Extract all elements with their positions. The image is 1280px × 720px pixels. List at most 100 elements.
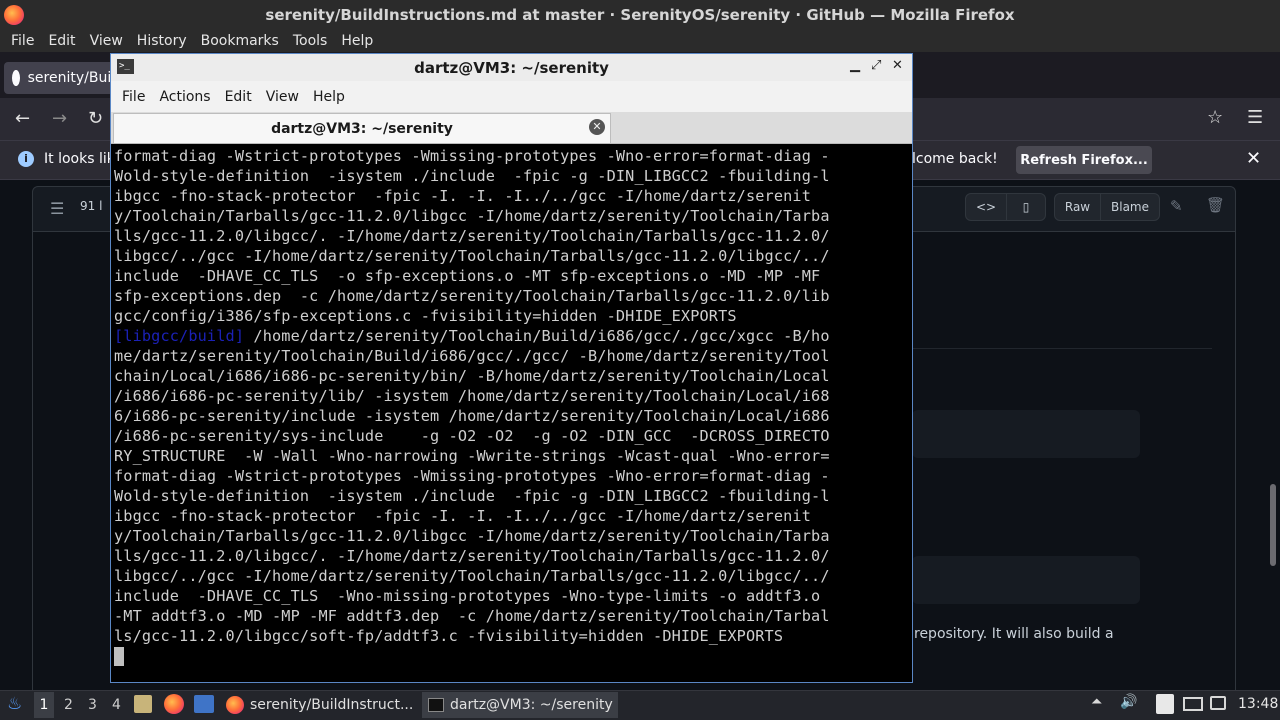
- minimize-icon[interactable]: ▁: [850, 58, 860, 73]
- terminal-line: lls/gcc-11.2.0/libgcc/. -I/home/dartz/se…: [114, 547, 830, 565]
- terminal-menu-file[interactable]: File: [115, 89, 152, 105]
- bookmark-star-icon[interactable]: ☆: [1207, 107, 1223, 128]
- close-icon[interactable]: ✕: [1246, 148, 1261, 169]
- info-icon: i: [18, 151, 34, 167]
- terminal-menu-edit[interactable]: Edit: [218, 89, 259, 105]
- raw-button[interactable]: Raw: [1054, 193, 1101, 221]
- outline-list-icon[interactable]: ☰: [50, 199, 64, 218]
- menu-history[interactable]: History: [130, 33, 194, 49]
- pencil-icon[interactable]: ✎: [1170, 197, 1183, 215]
- firefox-launcher-icon[interactable]: [164, 694, 184, 714]
- page-scrollbar[interactable]: [1270, 484, 1276, 566]
- terminal-line: /i686/i686-pc-serenity/lib/ -isystem /ho…: [114, 387, 830, 405]
- github-icon: [12, 70, 20, 86]
- menu-bookmarks[interactable]: Bookmarks: [194, 33, 286, 49]
- maximize-icon[interactable]: ⤢: [871, 58, 881, 73]
- blame-button[interactable]: Blame: [1100, 193, 1160, 221]
- workspace-1[interactable]: 1: [34, 692, 54, 718]
- terminal-line: include -DHAVE_CC_TLS -o sfp-exceptions.…: [114, 267, 821, 285]
- terminal-line: gcc/config/i386/sfp-exceptions.c -fvisib…: [114, 307, 737, 325]
- readme-paragraph: repository. It will also build a: [914, 626, 1114, 642]
- terminal-line: [libgcc/build] /home/dartz/serenity/Tool…: [114, 326, 890, 346]
- taskbar-terminal-task[interactable]: dartz@VM3: ~/serenity: [422, 692, 618, 718]
- code-block: [912, 556, 1140, 604]
- terminal-line: ibgcc -fno-stack-protector -fpic -I. -I.…: [114, 507, 812, 525]
- file-manager-icon[interactable]: [134, 695, 152, 713]
- terminal-line: /i686-pc-serenity/sys-include -g -O2 -O2…: [114, 427, 830, 445]
- terminal-line: -MT addtf3.o -MD -MP -MF addtf3.dep -c /…: [114, 607, 830, 625]
- firefox-task-label: serenity/BuildInstruct...: [250, 697, 414, 713]
- close-icon[interactable]: ✕: [892, 58, 903, 73]
- terminal-tab[interactable]: dartz@VM3: ~/serenity: [113, 113, 611, 143]
- terminal-line: Wold-style-definition -isystem ./include…: [114, 487, 830, 505]
- terminal-tab-label: dartz@VM3: ~/serenity: [271, 120, 453, 137]
- back-arrow-icon[interactable]: ←: [15, 108, 30, 129]
- file-icon: ▯: [1022, 200, 1030, 214]
- code-view-button[interactable]: <>: [965, 193, 1007, 221]
- terminal-line: format-diag -Wstrict-prototypes -Wmissin…: [114, 147, 830, 165]
- desktop-icon[interactable]: [194, 695, 214, 713]
- firefox-menubar: File Edit View History Bookmarks Tools H…: [0, 30, 1280, 52]
- preview-button[interactable]: ▯: [1006, 193, 1046, 221]
- terminal-menu-actions[interactable]: Actions: [152, 89, 217, 105]
- start-menu-icon[interactable]: ♨: [7, 694, 22, 714]
- terminal-line: ibgcc -fno-stack-protector -fpic -I. -I.…: [114, 187, 812, 205]
- terminal-line: RY_STRUCTURE -W -Wall -Wno-narrowing -Ww…: [114, 447, 830, 465]
- terminal-line: y/Toolchain/Tarballs/gcc-11.2.0/libgcc -…: [114, 207, 830, 225]
- menu-view[interactable]: View: [83, 33, 130, 49]
- menu-file[interactable]: File: [4, 33, 41, 49]
- terminal-task-icon: [428, 698, 444, 712]
- workspace-2[interactable]: 2: [64, 697, 73, 713]
- terminal-menu-help[interactable]: Help: [306, 89, 352, 105]
- libgcc-build-prefix: [libgcc/build]: [114, 327, 245, 345]
- terminal-task-label: dartz@VM3: ~/serenity: [450, 697, 613, 713]
- notification-text-right: lcome back!: [912, 151, 998, 167]
- terminal-line: libgcc/../gcc -I/home/dartz/serenity/Too…: [114, 567, 830, 585]
- terminal-line: 6/i686-pc-serenity/include -isystem /hom…: [114, 407, 830, 425]
- terminal-line: libgcc/../gcc -I/home/dartz/serenity/Too…: [114, 247, 830, 265]
- trash-icon[interactable]: 🗑: [1206, 196, 1225, 214]
- tray-up-arrow-icon[interactable]: ⏶: [1091, 694, 1102, 710]
- menu-help[interactable]: Help: [334, 33, 380, 49]
- firefox-tab[interactable]: serenity/Build: [4, 62, 124, 94]
- terminal-line: format-diag -Wstrict-prototypes -Wmissin…: [114, 467, 830, 485]
- firefox-logo-icon: [4, 5, 24, 25]
- divider: [912, 348, 1212, 349]
- tab-close-icon[interactable]: ✕: [589, 119, 605, 135]
- terminal-title: dartz@VM3: ~/serenity: [414, 58, 609, 77]
- file-line-count: 91 l: [80, 199, 103, 213]
- refresh-firefox-button[interactable]: Refresh Firefox...: [1016, 146, 1152, 174]
- volume-icon[interactable]: 🔊: [1120, 694, 1137, 710]
- clipboard-icon[interactable]: [1156, 694, 1174, 714]
- workspace-4[interactable]: 4: [112, 697, 121, 713]
- firefox-task-icon: [226, 696, 244, 714]
- terminal-cursor: [114, 647, 124, 666]
- clock[interactable]: 13:48: [1238, 696, 1278, 712]
- network-icon[interactable]: [1210, 696, 1226, 710]
- terminal-menubar: File Actions Edit View Help: [111, 81, 912, 112]
- menu-tools[interactable]: Tools: [286, 33, 335, 49]
- display-icon[interactable]: [1183, 697, 1203, 711]
- terminal-menu-view[interactable]: View: [259, 89, 306, 105]
- workspace-3[interactable]: 3: [88, 697, 97, 713]
- terminal-line: Wold-style-definition -isystem ./include…: [114, 167, 830, 185]
- code-icon: <>: [975, 200, 997, 214]
- terminal-output[interactable]: format-diag -Wstrict-prototypes -Wmissin…: [114, 146, 890, 678]
- terminal-line: include -DHAVE_CC_TLS -Wno-missing-proto…: [114, 587, 821, 605]
- reload-icon[interactable]: ↻: [88, 108, 103, 129]
- menu-edit[interactable]: Edit: [41, 33, 82, 49]
- terminal-line: me/dartz/serenity/Toolchain/Build/i686/g…: [114, 347, 830, 365]
- notification-text-left: It looks lik: [44, 151, 115, 167]
- terminal-line: chain/Local/i686/i686-pc-serenity/bin/ -…: [114, 367, 830, 385]
- firefox-title-bar: serenity/BuildInstructions.md at master …: [0, 0, 1280, 30]
- taskbar: [0, 690, 1280, 720]
- terminal-line-text: /home/dartz/serenity/Toolchain/Build/i68…: [244, 327, 830, 345]
- firefox-window-title: serenity/BuildInstructions.md at master …: [265, 6, 1015, 24]
- hamburger-menu-icon[interactable]: ☰: [1247, 107, 1263, 128]
- taskbar-firefox-task[interactable]: serenity/BuildInstruct...: [222, 692, 418, 718]
- terminal-line: sfp-exceptions.dep -c /home/dartz/sereni…: [114, 287, 830, 305]
- terminal-line: y/Toolchain/Tarballs/gcc-11.2.0/libgcc -…: [114, 527, 830, 545]
- terminal-line: lls/gcc-11.2.0/libgcc/. -I/home/dartz/se…: [114, 227, 830, 245]
- code-block: [912, 410, 1140, 458]
- forward-arrow-icon[interactable]: →: [52, 108, 67, 129]
